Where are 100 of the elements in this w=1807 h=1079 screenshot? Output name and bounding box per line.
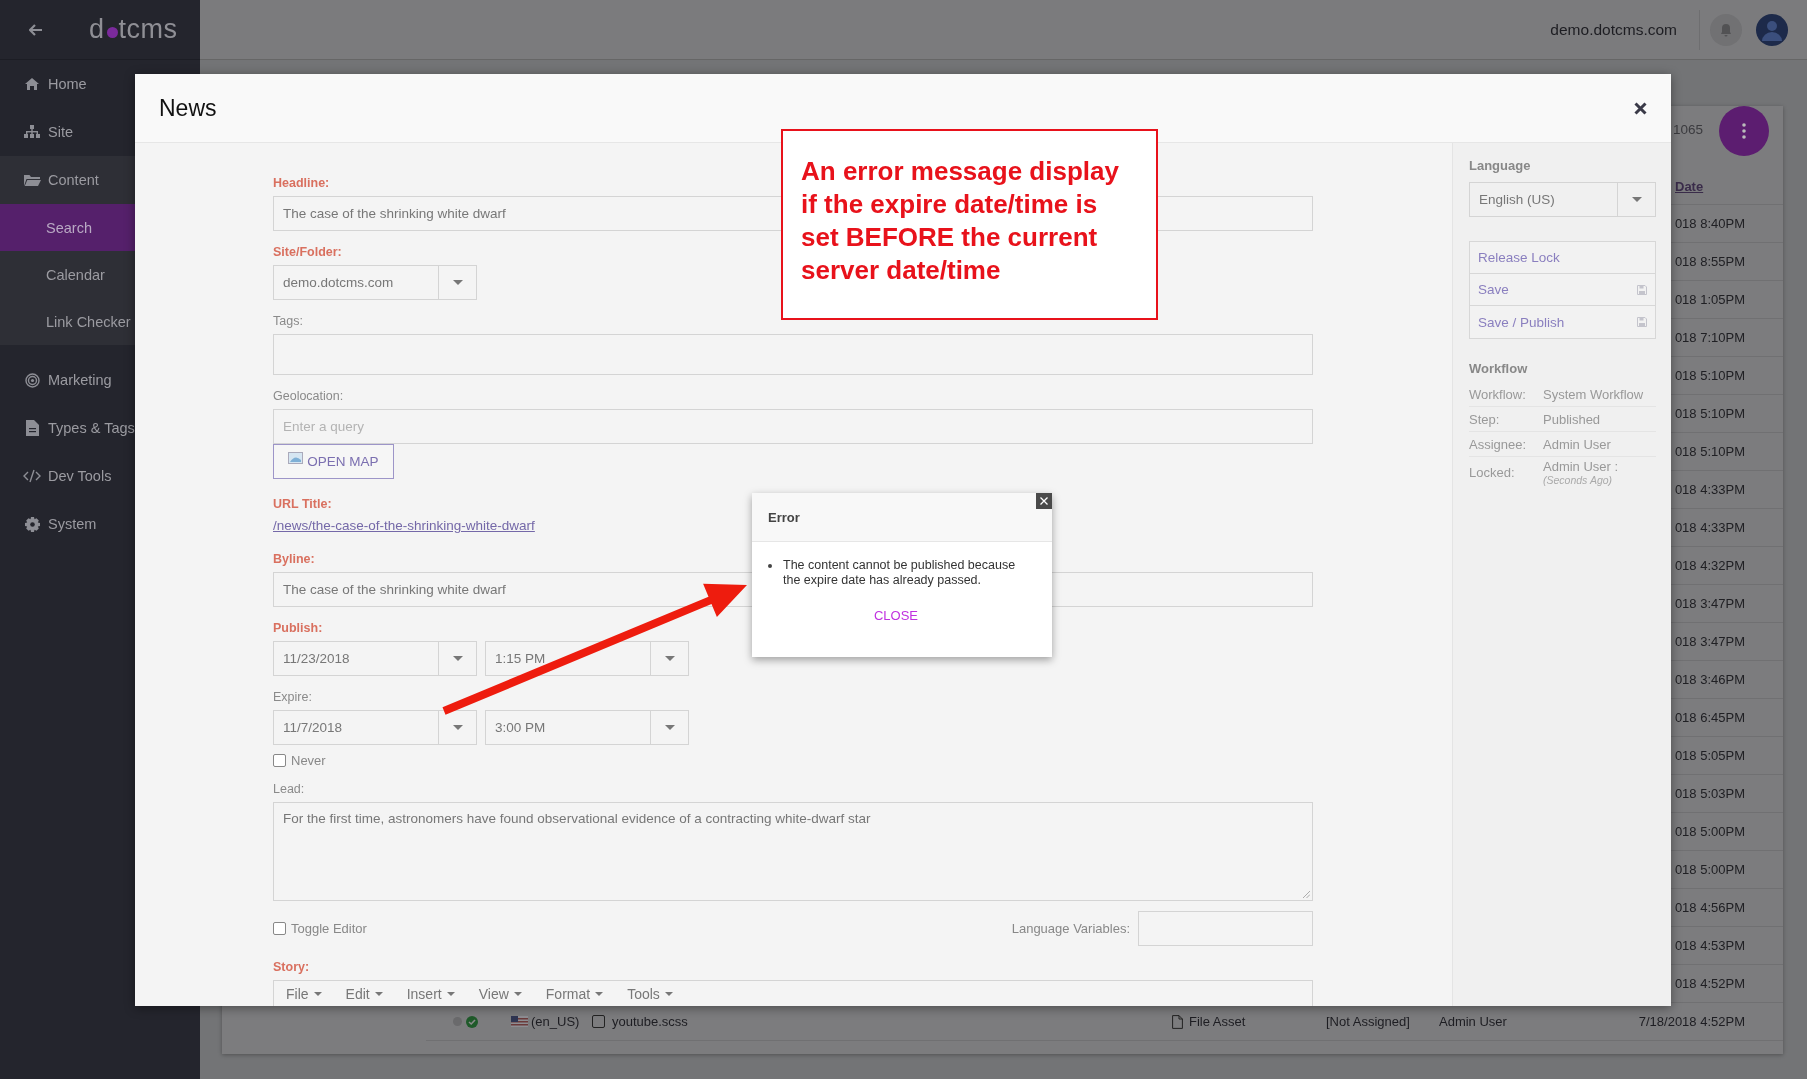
time-field[interactable]: 3:00 PM [485, 710, 689, 745]
caret-icon [513, 992, 522, 996]
field-label: Publish: [273, 621, 323, 636]
date-field[interactable]: 11/7/2018 [273, 710, 477, 745]
close-button[interactable] [1036, 493, 1052, 509]
sidebar-item[interactable]: System [0, 500, 200, 548]
avatar[interactable] [1756, 13, 1788, 46]
workflow-value: System Workflow [1543, 386, 1644, 402]
field-label: Byline: [273, 552, 315, 567]
bullet-icon [768, 564, 772, 568]
table-cell: 018 4:33PM [1674, 520, 1745, 535]
menu-button[interactable]: Insert [406, 985, 463, 1003]
caret-icon [452, 656, 463, 661]
flag-icon [511, 1016, 528, 1027]
table-cell: 018 4:32PM [1674, 558, 1745, 573]
text-field[interactable] [1138, 911, 1313, 946]
annotation-text: An error message display if the expire date/time is set BEFORE the current server date/time [801, 155, 1120, 287]
table-cell: 018 6:45PM [1674, 710, 1745, 725]
menu-button[interactable]: File [286, 985, 330, 1003]
table-cell: 018 3:47PM [1674, 596, 1745, 611]
site-name: demo.dotcms.com [1550, 20, 1677, 39]
table-cell: 018 5:10PM [1674, 368, 1745, 383]
field-label: Expire: [273, 690, 312, 705]
close-button[interactable]: CLOSE [869, 606, 923, 625]
logo: d tcms [89, 14, 178, 45]
workflow-value: Admin User [1543, 436, 1611, 452]
url-link[interactable]: /news/the-case-of-the-shrinking-white-dwarf [273, 517, 535, 535]
table-cell: 018 5:00PM [1674, 862, 1745, 877]
table-cell: 018 4:53PM [1674, 938, 1745, 953]
field-label: URL Title: [273, 497, 332, 512]
table-cell: 018 4:56PM [1674, 900, 1745, 915]
caret-icon [664, 992, 673, 996]
table-cell-text: File Asset [1189, 1014, 1247, 1029]
field-label: Geolocation: [273, 389, 344, 404]
error-message: The content cannot be published because the expire date has already passed. [783, 558, 1017, 588]
menu-button[interactable]: Edit [345, 985, 391, 1003]
row-checkbox[interactable] [592, 1015, 605, 1028]
field-label: Language Variables: [1011, 921, 1130, 936]
gear-icon [23, 516, 41, 532]
bell-icon[interactable] [1710, 13, 1742, 46]
save-icon [1637, 317, 1647, 327]
workflow-value: Published [1543, 411, 1601, 427]
table-cell: 018 7:10PM [1674, 330, 1745, 345]
caret-icon [664, 725, 675, 730]
caret-icon [452, 725, 463, 730]
caret-icon [452, 280, 463, 285]
dialog-title: Error [768, 509, 800, 525]
checkbox-label: Never [291, 753, 326, 768]
table-cell: 018 5:00PM [1674, 824, 1745, 839]
table-cell-text: youtube.scss [612, 1014, 689, 1029]
checkbox-label: Toggle Editor [291, 921, 367, 936]
caret-icon [313, 992, 322, 996]
workflow-label: Locked: [1469, 465, 1516, 480]
sidebar-item[interactable]: Content [0, 156, 200, 204]
back-arrow-icon[interactable] [29, 23, 43, 36]
sidebar-item[interactable]: Dev Tools [0, 452, 200, 500]
table-cell: 018 4:33PM [1674, 482, 1745, 497]
menu-button[interactable]: View [478, 985, 530, 1003]
table-cell: 018 5:03PM [1674, 786, 1745, 801]
select-field[interactable]: demo.dotcms.com [273, 265, 477, 300]
table-cell: 018 1:05PM [1674, 292, 1745, 307]
more-actions-button[interactable] [1719, 106, 1769, 156]
workflow-label: Assignee: [1469, 436, 1528, 452]
table-cell: 018 3:47PM [1674, 634, 1745, 649]
checkbox[interactable] [273, 922, 286, 935]
open-map-button[interactable]: OPEN MAP [273, 444, 394, 479]
table-cell: 018 8:40PM [1674, 216, 1745, 231]
file-icon [1172, 1014, 1183, 1029]
close-icon[interactable] [1634, 101, 1647, 115]
resize-grip-icon[interactable] [1303, 891, 1310, 898]
table-cell: 7/18/2018 4:52PM [1638, 1014, 1745, 1029]
sidebar-item[interactable]: Marketing [0, 356, 200, 404]
workflow-label: Workflow: [1469, 386, 1527, 402]
caret-icon [1631, 197, 1642, 202]
target-icon [23, 372, 41, 388]
menu-button[interactable]: Tools [627, 985, 681, 1003]
section-title: Workflow [1469, 361, 1529, 376]
table-cell-text: [Not Assigned] [1326, 1014, 1411, 1029]
caret-icon [664, 656, 675, 661]
table-cell: 018 5:10PM [1674, 406, 1745, 421]
table-cell-text: Admin User [1439, 1014, 1508, 1029]
column-header[interactable]: Date [1675, 178, 1745, 194]
tags-field[interactable] [273, 334, 1313, 375]
caret-icon [595, 992, 604, 996]
field-label: Story: [273, 960, 310, 975]
table-cell-text: (en_US) [531, 1014, 581, 1029]
checkbox[interactable] [273, 754, 286, 767]
check-circle-icon [466, 1015, 478, 1028]
text-area[interactable]: For the first time, astronomers have found observational evidence of a contracting white-dwarf star [273, 802, 1313, 901]
menu-button[interactable]: Format [545, 985, 612, 1003]
image-icon [288, 451, 304, 464]
table-cell: 018 8:55PM [1674, 254, 1745, 269]
sidebar-item[interactable]: Types & Tags [0, 404, 200, 452]
language-select[interactable]: English (US) [1469, 182, 1656, 217]
field-label: Site/Folder: [273, 245, 342, 260]
document-icon [23, 420, 41, 436]
date-field[interactable]: 11/23/2018 [273, 641, 477, 676]
workflow-note: (Seconds Ago) [1543, 474, 1614, 486]
dialog-title: News [159, 94, 217, 122]
caret-icon [446, 992, 455, 996]
